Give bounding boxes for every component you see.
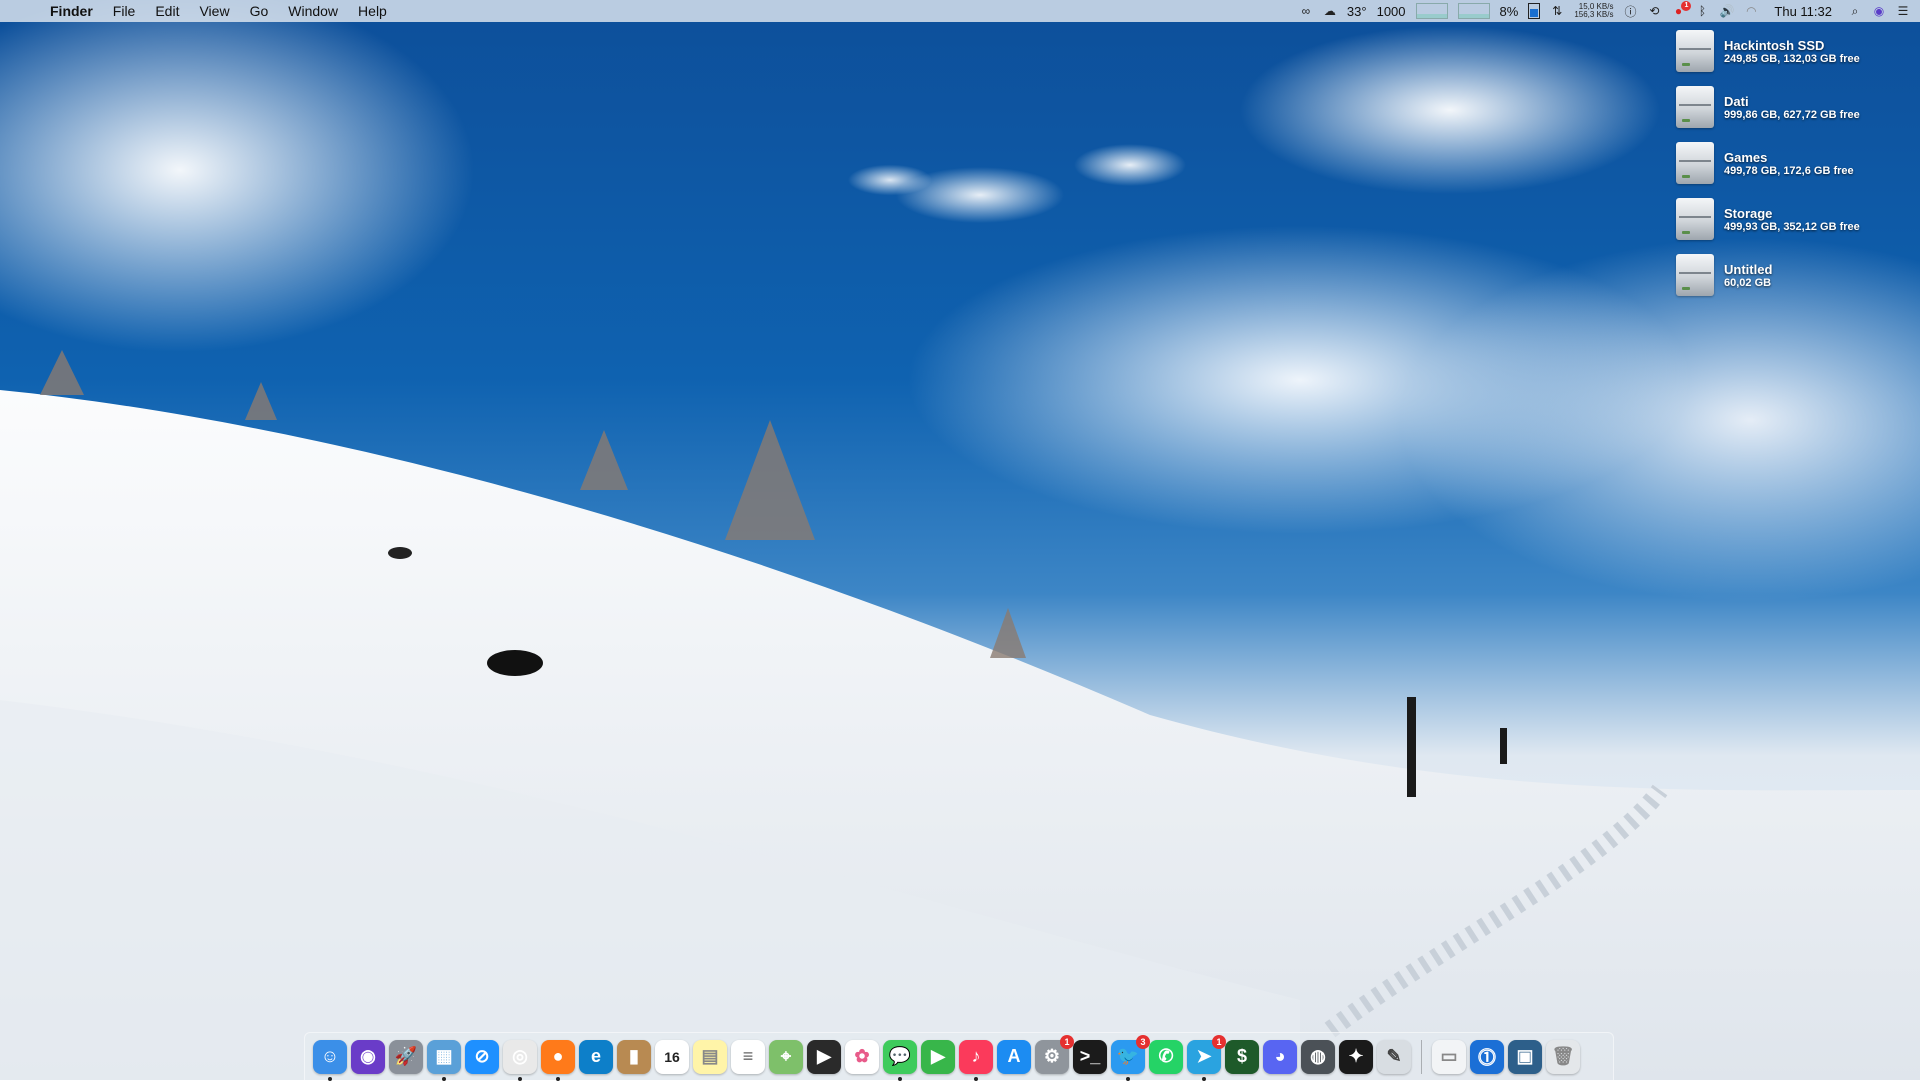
drive-name: Hackintosh SSD: [1724, 38, 1825, 53]
volume-icon[interactable]: 🔊: [1719, 3, 1734, 19]
menu-window[interactable]: Window: [278, 0, 348, 22]
drive-untitled[interactable]: Untitled 60,02 GB: [1676, 254, 1916, 310]
preview-icon[interactable]: ▦: [427, 1039, 461, 1081]
cpu-percent[interactable]: 8%: [1500, 4, 1519, 19]
script-editor-icon[interactable]: ✎: [1377, 1039, 1411, 1074]
drive-info: 499,93 GB, 352,12 GB free: [1724, 221, 1860, 233]
menu-notification-badge: 1: [1681, 1, 1692, 11]
money-icon[interactable]: $: [1225, 1039, 1259, 1074]
telegram-icon[interactable]: ➤ 1: [1187, 1034, 1226, 1081]
notification-badge: 1: [1060, 1034, 1074, 1049]
drive-info: 499,78 GB, 172,6 GB free: [1724, 165, 1854, 177]
drive-name: Untitled: [1724, 262, 1773, 277]
desktop-drives: Hackintosh SSD 249,85 GB, 132,03 GB free…: [1676, 30, 1916, 310]
drive-storage[interactable]: Storage 499,93 GB, 352,12 GB free: [1676, 198, 1916, 254]
app-store-icon[interactable]: A: [997, 1039, 1031, 1074]
menu-help[interactable]: Help: [348, 0, 397, 22]
drive-info: 999,86 GB, 627,72 GB free: [1724, 109, 1860, 121]
edge-icon[interactable]: e: [579, 1039, 613, 1074]
system-preferences-icon[interactable]: ⚙ 1: [1035, 1034, 1074, 1074]
drive-games[interactable]: Games 499,78 GB, 172,6 GB free: [1676, 142, 1916, 198]
contacts-icon[interactable]: ▮: [617, 1039, 651, 1074]
icloud-icon[interactable]: ☁: [1323, 3, 1337, 19]
net-download-speed: 156,3 KB/s: [1574, 10, 1614, 19]
hard-drive-icon: [1676, 30, 1714, 72]
onepassword-icon[interactable]: ⓵: [1470, 1039, 1504, 1074]
clock[interactable]: Thu 11:32: [1768, 4, 1838, 19]
red-app-menu-icon[interactable]: ● 1: [1671, 1, 1692, 19]
desktop-wallpaper: [0, 0, 1920, 1080]
drive-name: Storage: [1724, 206, 1773, 221]
siri-menu-icon[interactable]: ◉: [1872, 3, 1886, 19]
drive-info: 249,85 GB, 132,03 GB free: [1724, 53, 1860, 65]
menu-edit[interactable]: Edit: [145, 0, 189, 22]
app-menu-finder[interactable]: Finder: [40, 0, 103, 22]
onepassword-menu-icon[interactable]: ⓘ: [1623, 3, 1637, 19]
bluetooth-icon[interactable]: ᛒ: [1695, 3, 1709, 19]
drive-hackintosh-ssd[interactable]: Hackintosh SSD 249,85 GB, 132,03 GB free: [1676, 30, 1916, 86]
terminal-icon[interactable]: >_: [1073, 1039, 1107, 1074]
downloads-stack-icon[interactable]: ▭: [1432, 1039, 1466, 1074]
notification-center-icon[interactable]: ☰: [1896, 3, 1910, 19]
notification-badge: 3: [1136, 1034, 1150, 1049]
hard-drive-icon: [1676, 198, 1714, 240]
hard-drive-icon: [1676, 142, 1714, 184]
calendar-icon[interactable]: 16: [655, 1039, 689, 1074]
music-icon[interactable]: ♪: [959, 1039, 993, 1081]
hard-drive-icon: [1676, 254, 1714, 296]
notification-badge: 1: [1212, 1034, 1226, 1049]
launchpad-icon[interactable]: 🚀: [389, 1039, 423, 1074]
drive-dati[interactable]: Dati 999,86 GB, 627,72 GB free: [1676, 86, 1916, 142]
cpu-graph[interactable]: [1415, 3, 1448, 19]
reminders-icon[interactable]: ≡: [731, 1039, 765, 1074]
network-activity-icon[interactable]: ⇅: [1550, 3, 1564, 19]
disk-utility-icon[interactable]: ◍: [1301, 1039, 1335, 1074]
memory-graph[interactable]: [1457, 3, 1490, 19]
photos-icon[interactable]: ✿: [845, 1039, 879, 1074]
dock-separator: [1421, 1039, 1422, 1074]
menu-go[interactable]: Go: [240, 0, 279, 22]
creative-cloud-icon[interactable]: ∞: [1299, 3, 1313, 19]
fan-readout[interactable]: 1000: [1377, 4, 1406, 19]
siri-icon[interactable]: ◉: [351, 1039, 385, 1074]
spotlight-search-icon[interactable]: ⌕: [1848, 3, 1862, 19]
wifi-icon[interactable]: ◠: [1744, 3, 1758, 19]
screenshot-stack-icon[interactable]: ▣: [1508, 1039, 1542, 1074]
menu-bar: Finder File Edit View Go Window Help ∞ ☁…: [0, 0, 1920, 22]
drive-info: 60,02 GB: [1724, 277, 1772, 289]
menu-view[interactable]: View: [189, 0, 239, 22]
time-machine-icon[interactable]: ⟲: [1647, 3, 1661, 19]
temperature-readout[interactable]: 33°: [1347, 4, 1367, 19]
finder-icon[interactable]: ☺: [313, 1039, 347, 1081]
hard-drive-icon: [1676, 86, 1714, 128]
maps-icon[interactable]: ⌖: [769, 1039, 803, 1074]
battery-icon[interactable]: [1528, 3, 1541, 19]
facetime-icon[interactable]: ▶: [921, 1039, 955, 1074]
snowy-slope-illustration: [0, 350, 1920, 1080]
messages-icon[interactable]: 💬: [883, 1039, 917, 1081]
drive-name: Games: [1724, 150, 1768, 165]
firefox-icon[interactable]: ●: [541, 1039, 575, 1081]
dropbox-icon[interactable]: ✦: [1339, 1039, 1373, 1074]
chrome-icon[interactable]: ◎: [503, 1039, 537, 1081]
network-speed[interactable]: 15,0 KB/s 156,3 KB/s: [1574, 3, 1613, 19]
trash-icon[interactable]: 🗑: [1546, 1039, 1580, 1074]
whatsapp-icon[interactable]: ✆: [1149, 1039, 1183, 1074]
notes-icon[interactable]: ▤: [693, 1039, 727, 1074]
dock: ☺ ◉ 🚀 ▦ ⊘ ◎ ● e ▮ 16 ▤ ≡ ⌖ ▶ ✿ 💬 ▶ ♪ A ⚙ 1 >_ 🐦 3 ✆ ➤ 1 $ ◕ ◍ ✦ ✎ ▭ ⓵ ▣ 🗑: [304, 1032, 1614, 1081]
tweetbot-icon[interactable]: 🐦 3: [1111, 1034, 1150, 1081]
discord-icon[interactable]: ◕: [1263, 1039, 1297, 1074]
safari-icon[interactable]: ⊘: [465, 1039, 499, 1074]
final-cut-icon[interactable]: ▶: [807, 1039, 841, 1074]
drive-name: Dati: [1724, 94, 1749, 109]
menu-file[interactable]: File: [103, 0, 146, 22]
